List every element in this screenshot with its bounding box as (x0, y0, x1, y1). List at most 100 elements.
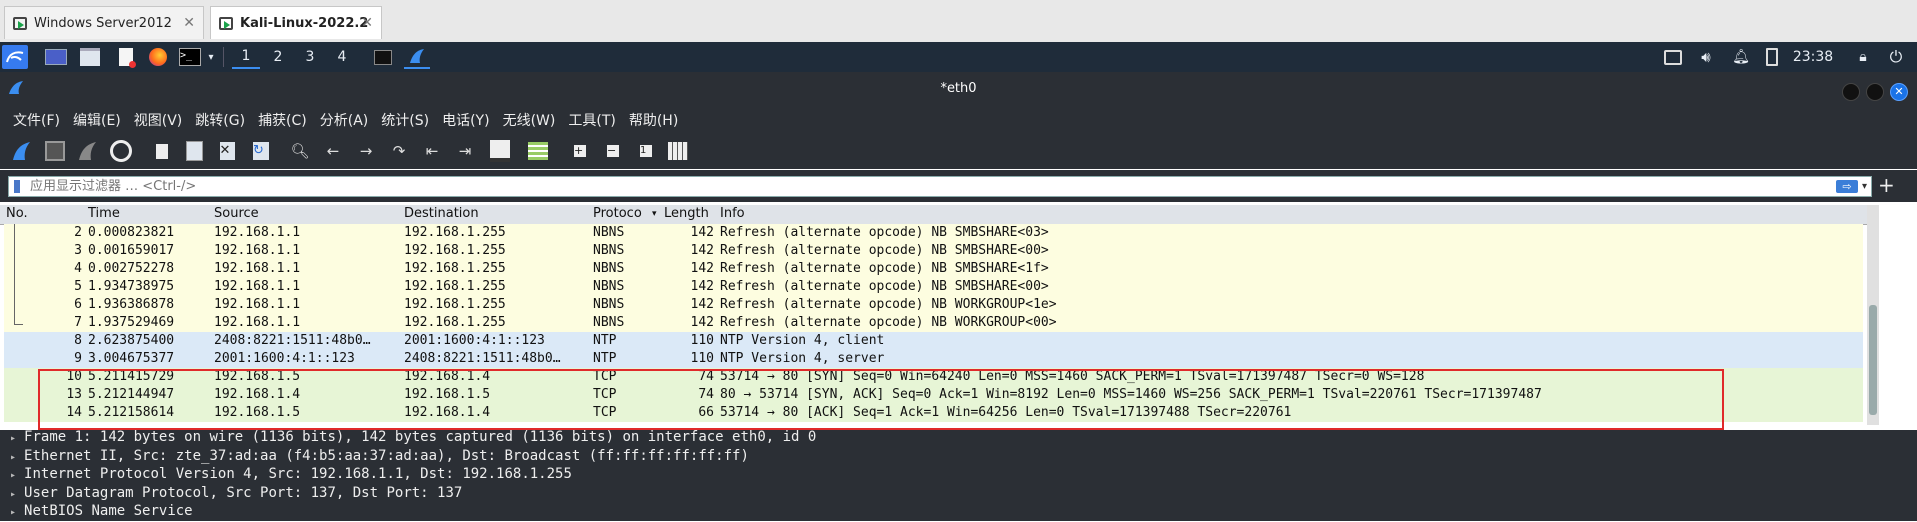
detail-tree-item[interactable]: ▸ Ethernet II, Src: zte_37:ad:aa (f4:b5:a… (10, 447, 749, 465)
workspace-3[interactable]: 3 (296, 45, 324, 69)
lock-icon[interactable]: 🔒︎ (1852, 45, 1874, 69)
minimize-button[interactable] (1842, 83, 1860, 101)
column-length[interactable]: Length (664, 206, 709, 221)
cell-destination: 192.168.1.255 (404, 297, 506, 312)
column-protocol[interactable]: Protoco (593, 206, 642, 221)
column-time[interactable]: Time (88, 206, 120, 221)
zoom-in-icon[interactable]: + (569, 140, 591, 162)
menu-go[interactable]: 跳转(G) (195, 110, 245, 130)
menu-analyze[interactable]: 分析(A) (320, 110, 369, 130)
start-capture-icon[interactable] (10, 140, 32, 162)
highlight-box (38, 369, 1724, 430)
go-back-icon[interactable]: ← (322, 140, 344, 162)
add-filter-button-icon[interactable]: + (1878, 173, 1895, 197)
text-editor-icon[interactable] (114, 45, 138, 69)
menu-capture[interactable]: 捕获(C) (258, 110, 307, 130)
battery-icon[interactable] (1764, 45, 1780, 69)
detail-tree-item[interactable]: ▸ NetBIOS Name Service (10, 502, 193, 520)
go-to-packet-icon[interactable]: ↷ (388, 140, 410, 162)
menu-telephony[interactable]: 电话(Y) (442, 110, 489, 130)
desktop-icon[interactable] (44, 45, 68, 69)
workspace-2[interactable]: 2 (264, 45, 292, 69)
table-row[interactable]: 3 0.001659017 192.168.1.1 192.168.1.255 NBNS… (4, 242, 1863, 260)
wireshark-task-icon[interactable] (404, 45, 430, 69)
folder-icon[interactable] (78, 45, 102, 69)
restart-capture-icon[interactable] (76, 140, 98, 162)
menu-statistics[interactable]: 统计(S) (381, 110, 429, 130)
table-row[interactable]: 2 0.000823821 192.168.1.1 192.168.1.255 NBNS… (4, 224, 1863, 242)
expand-arrow-icon[interactable]: ▸ (10, 507, 16, 518)
terminal-icon[interactable]: >_ (178, 45, 202, 69)
normal-size-icon[interactable]: 1 (635, 140, 657, 162)
menu-file[interactable]: 文件(F) (13, 110, 60, 130)
column-info[interactable]: Info (720, 206, 745, 221)
cell-time: 1.934738975 (88, 279, 175, 294)
expand-arrow-icon[interactable]: ▸ (10, 489, 16, 500)
conversation-bracket (14, 224, 23, 325)
zoom-out-icon[interactable]: − (602, 140, 624, 162)
menu-tools[interactable]: 工具(T) (568, 110, 615, 130)
workspace-4[interactable]: 4 (328, 45, 356, 69)
autoscroll-icon[interactable] (489, 140, 511, 162)
sort-icon: ▾ (652, 209, 657, 219)
go-forward-icon[interactable]: → (355, 140, 377, 162)
expand-arrow-icon[interactable]: ▸ (10, 433, 16, 444)
table-row[interactable]: 9 3.004675377 2001:1600:4:1::123 2408:8221:… (4, 350, 1863, 368)
detail-tree-item[interactable]: ▸ Internet Protocol Version 4, Src: 192.1… (10, 465, 572, 483)
column-source[interactable]: Source (214, 206, 259, 221)
cell-length: 142 (690, 225, 714, 240)
kali-menu-icon[interactable] (2, 45, 28, 69)
vm-tab-windows-server[interactable]: Windows Server2012 ✕ (4, 6, 204, 39)
menu-view[interactable]: 视图(V) (134, 110, 183, 130)
scrollbar-thumb[interactable] (1869, 305, 1877, 415)
close-icon[interactable]: ✕ (361, 15, 373, 31)
column-destination[interactable]: Destination (404, 206, 479, 221)
workspace-1[interactable]: 1 (232, 45, 260, 69)
open-file-icon[interactable] (151, 140, 173, 162)
firefox-icon[interactable] (146, 45, 170, 69)
table-row[interactable]: 7 1.937529469 192.168.1.1 192.168.1.255 NBNS… (4, 314, 1863, 332)
close-icon[interactable]: ✕ (183, 15, 195, 31)
chevron-down-icon[interactable]: ▾ (1862, 181, 1867, 192)
expand-arrow-icon[interactable]: ▸ (10, 452, 16, 463)
cell-destination: 192.168.1.255 (404, 225, 506, 240)
display-icon[interactable] (1663, 45, 1683, 69)
volume-icon[interactable]: 🔊︎ (1695, 45, 1717, 69)
detail-tree-item[interactable]: ▸ User Datagram Protocol, Src Port: 137, … (10, 484, 462, 502)
maximize-button[interactable] (1866, 83, 1884, 101)
capture-options-icon[interactable] (110, 140, 132, 162)
reload-file-icon[interactable]: ↻ (250, 140, 272, 162)
window-title: *eth0 (940, 81, 977, 96)
cell-time: 0.002752278 (88, 261, 175, 276)
cell-info: Refresh (alternate opcode) NB SMBSHARE<0… (720, 225, 1049, 240)
packet-list-scrollbar[interactable] (1867, 205, 1879, 425)
table-row[interactable]: 5 1.934738975 192.168.1.1 192.168.1.255 NBNS… (4, 278, 1863, 296)
expand-arrow-icon[interactable]: ▸ (10, 470, 16, 481)
colorize-icon[interactable] (527, 140, 549, 162)
chevron-down-icon[interactable]: ▾ (204, 45, 218, 69)
menu-help[interactable]: 帮助(H) (629, 110, 678, 130)
close-button[interactable]: ✕ (1890, 83, 1908, 101)
apply-filter-icon[interactable]: ⇨ (1835, 180, 1858, 193)
find-packet-icon[interactable]: 🔍︎ (289, 140, 311, 162)
logout-icon[interactable]: ⏻ (1884, 45, 1908, 69)
first-packet-icon[interactable]: ⇤ (421, 140, 443, 162)
terminal-task-icon[interactable] (372, 45, 394, 69)
table-row[interactable]: 6 1.936386878 192.168.1.1 192.168.1.255 NBNS… (4, 296, 1863, 314)
vm-tab-kali[interactable]: Kali-Linux-2022.2 ✕ (210, 6, 382, 39)
panel-clock[interactable]: 23:38 (1790, 45, 1836, 69)
last-packet-icon[interactable]: ⇥ (454, 140, 476, 162)
table-row[interactable]: 4 0.002752278 192.168.1.1 192.168.1.255 NBNS… (4, 260, 1863, 278)
stop-capture-icon[interactable] (44, 140, 66, 162)
bookmark-icon[interactable] (14, 180, 20, 193)
table-row[interactable]: 8 2.623875400 2408:8221:1511:48b0… 2001:160… (4, 332, 1863, 350)
close-file-icon[interactable]: ✕ (216, 140, 238, 162)
resize-columns-icon[interactable] (667, 140, 689, 162)
bell-icon[interactable]: 🔔︎ (1731, 45, 1751, 69)
display-filter-input[interactable] (28, 178, 1836, 195)
menu-wireless[interactable]: 无线(W) (503, 110, 556, 130)
column-no[interactable]: No. (6, 206, 28, 221)
menu-edit[interactable]: 编辑(E) (73, 110, 121, 130)
detail-tree-item[interactable]: ▸ Frame 1: 142 bytes on wire (1136 bits),… (10, 428, 816, 446)
save-file-icon[interactable] (183, 140, 205, 162)
